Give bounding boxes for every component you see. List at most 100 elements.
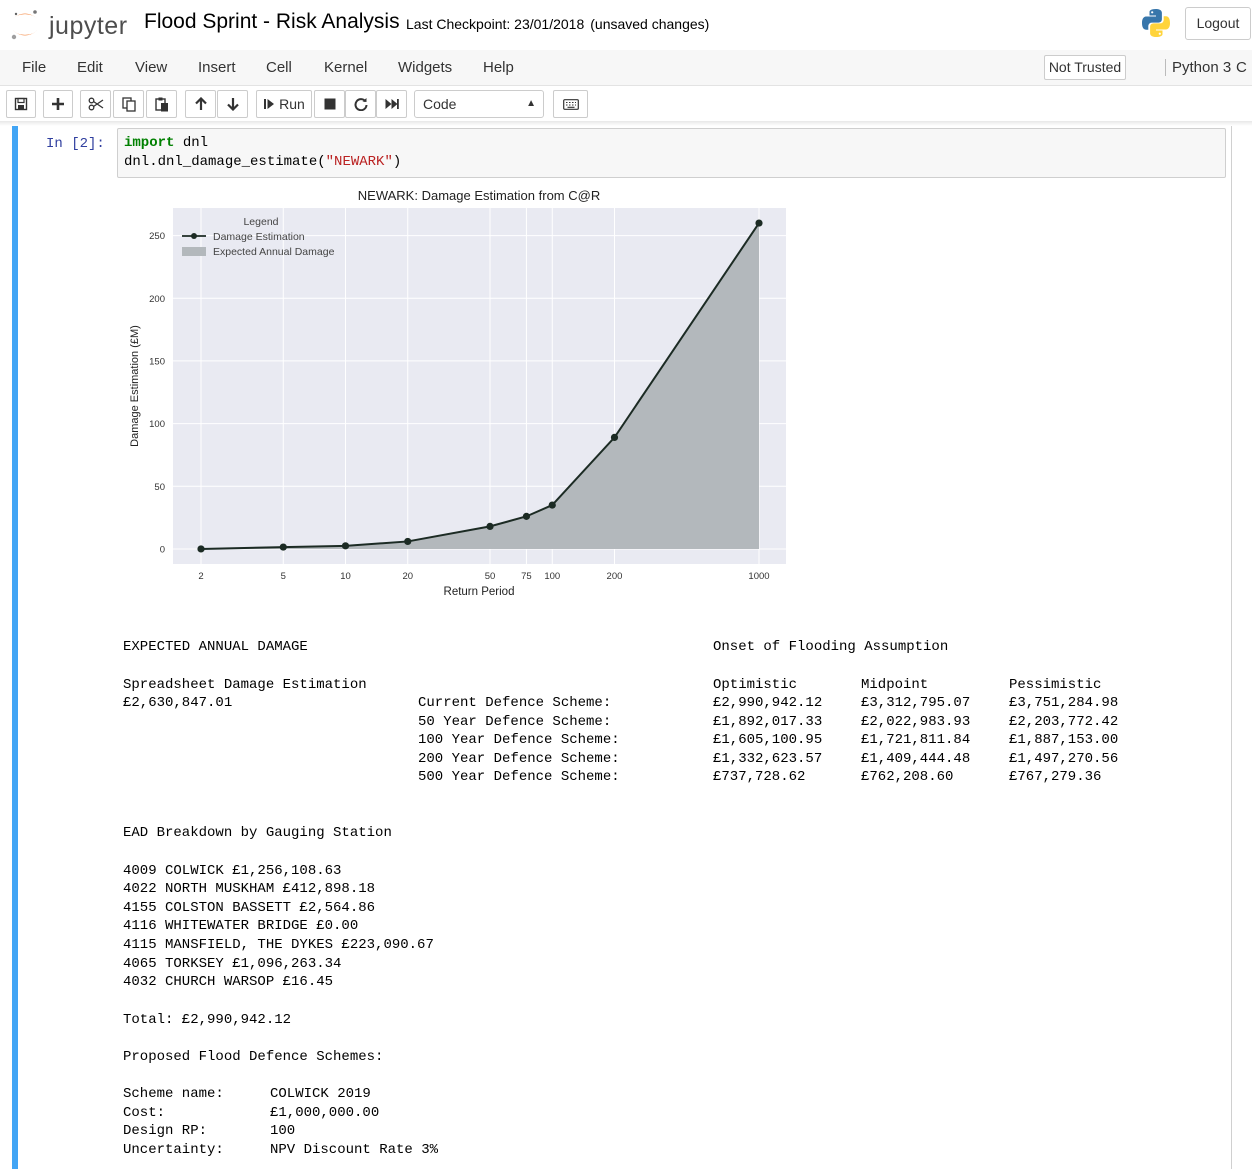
- copy-icon: [121, 96, 136, 112]
- detail-value: £1,000,000.00: [270, 1105, 380, 1121]
- detail-label: Scheme name:: [123, 1086, 224, 1102]
- notebook-container-edge: [1231, 126, 1232, 1169]
- x-tick-label: 10: [340, 571, 351, 582]
- scissors-icon: [88, 97, 103, 111]
- x-tick-label: 5: [281, 571, 286, 582]
- python-logo-icon: [1142, 9, 1170, 37]
- station-item: 4022 NORTH MUSKHAM £412,898.18: [123, 881, 376, 897]
- scheme-midpoint: £1,409,444.48: [861, 751, 971, 767]
- module-name: dnl: [174, 135, 209, 151]
- interrupt-button[interactable]: [314, 90, 345, 118]
- ead-title: EXPECTED ANNUAL DAMAGE: [123, 639, 308, 655]
- toolbar-shadow: [0, 121, 1252, 126]
- scheme-name: 500 Year Defence Scheme:: [418, 769, 620, 785]
- notebook-title[interactable]: Flood Sprint - Risk Analysis: [144, 10, 400, 34]
- scheme-pessimistic: £2,203,772.42: [1009, 714, 1119, 730]
- scheme-name: 50 Year Defence Scheme:: [418, 714, 612, 730]
- y-tick-labels: 0 50 100 150 200 250: [149, 231, 165, 555]
- move-down-button[interactable]: [217, 90, 248, 118]
- data-point: [197, 545, 205, 553]
- menu-file[interactable]: File: [22, 59, 46, 76]
- menu-help[interactable]: Help: [483, 59, 514, 76]
- station-item: 4115 MANSFIELD, THE DYKES £223,090.67: [123, 937, 434, 953]
- function-call: dnl.dnl_damage_estimate: [124, 154, 318, 170]
- detail-value: NPV Discount Rate 3%: [270, 1142, 439, 1158]
- legend-entry-expected-annual-damage: Expected Annual Damage: [213, 246, 335, 258]
- onset-title: Onset of Flooding Assumption: [713, 639, 949, 655]
- close-paren: ): [392, 154, 402, 170]
- scheme-name: Current Defence Scheme:: [418, 695, 612, 711]
- legend-fill-swatch: [182, 247, 206, 256]
- jupyter-logo[interactable]: jupyter: [8, 6, 132, 42]
- restart-icon: [354, 98, 367, 111]
- scheme-midpoint: £2,022,983.93: [861, 714, 971, 730]
- x-tick-label: 200: [607, 571, 623, 582]
- data-point: [404, 537, 412, 546]
- code-line-1: import dnl: [124, 135, 208, 151]
- copy-button[interactable]: [113, 90, 144, 118]
- scheme-optimistic: £1,605,100.95: [713, 732, 823, 748]
- run-button[interactable]: Run: [256, 90, 312, 118]
- jupyter-logo-text: jupyter: [49, 12, 128, 40]
- menu-edit[interactable]: Edit: [77, 59, 103, 76]
- scheme-name: 100 Year Defence Scheme:: [418, 732, 620, 748]
- legend-title: Legend: [243, 216, 278, 228]
- detail-value: COLWICK 2019: [270, 1086, 371, 1102]
- string-argument: "NEWARK": [325, 154, 393, 170]
- x-tick-label: 100: [544, 571, 560, 582]
- run-all-button[interactable]: [376, 90, 407, 118]
- open-paren: (: [317, 154, 326, 170]
- proposed-title: Proposed Flood Defence Schemes:: [123, 1049, 384, 1065]
- legend-entry-damage-estimation: Damage Estimation: [213, 231, 305, 243]
- logout-button[interactable]: Logout: [1185, 7, 1251, 40]
- cell-type-select[interactable]: Code ▲: [414, 90, 544, 118]
- stop-icon: [324, 98, 335, 110]
- menu-cell[interactable]: Cell: [266, 59, 292, 76]
- paste-icon: [154, 97, 168, 111]
- chart-title: NEWARK: Damage Estimation from C@R: [358, 188, 600, 203]
- save-button[interactable]: [6, 90, 36, 118]
- detail-label: Uncertainty:: [123, 1142, 224, 1158]
- kernel-name: Python 3: [1165, 59, 1231, 76]
- y-axis-label: Damage Estimation (£M): [129, 325, 141, 447]
- fast-forward-icon: [385, 99, 399, 109]
- cut-button[interactable]: [80, 90, 111, 118]
- checkpoint-status: Last Checkpoint: 23/01/2018 (unsaved chan…: [406, 16, 709, 32]
- command-palette-button[interactable]: [553, 90, 588, 118]
- move-up-button[interactable]: [185, 90, 216, 118]
- checkpoint-text: Last Checkpoint: 23/01/2018: [406, 16, 585, 32]
- menu-kernel[interactable]: Kernel: [324, 59, 367, 76]
- paste-button[interactable]: [146, 90, 177, 118]
- data-point: [755, 219, 763, 227]
- detail-label: Design RP:: [123, 1123, 208, 1139]
- total-line: Total: £2,990,942.12: [123, 1012, 292, 1028]
- selected-cell-indicator: [12, 126, 18, 1169]
- code-input-area[interactable]: import dnl dnl.dnl_damage_estimate("NEWA…: [117, 128, 1226, 178]
- scheme-pessimistic: £1,497,270.56: [1009, 751, 1119, 767]
- x-axis-label: Return Period: [444, 586, 515, 598]
- scheme-optimistic: £1,332,623.57: [713, 751, 823, 767]
- scheme-optimistic: £1,892,017.33: [713, 714, 823, 730]
- x-tick-label: 2: [198, 571, 203, 582]
- station-item: 4065 TORKSEY £1,096,263.34: [123, 956, 342, 972]
- restart-button[interactable]: [345, 90, 376, 118]
- y-tick-label: 0: [160, 544, 165, 555]
- header-midpoint: Midpoint: [861, 677, 929, 693]
- input-prompt: In [2]:: [46, 136, 105, 152]
- data-point: [522, 512, 531, 520]
- not-trusted-button[interactable]: Not Trusted: [1044, 55, 1126, 80]
- scheme-midpoint: £762,208.60: [861, 769, 954, 785]
- menu-widgets[interactable]: Widgets: [398, 59, 452, 76]
- menu-insert[interactable]: Insert: [198, 59, 236, 76]
- keyword-import: import: [124, 135, 175, 151]
- detail-value: 100: [270, 1123, 296, 1139]
- x-tick-label: 75: [521, 571, 532, 582]
- y-tick-label: 50: [154, 482, 165, 493]
- damage-estimation-chart: NEWARK: Damage Estimation from C@R 2 5 10 2…: [129, 188, 786, 598]
- scheme-optimistic: £2,990,942.12: [713, 695, 823, 711]
- y-tick-label: 250: [149, 231, 165, 242]
- menu-view[interactable]: View: [135, 59, 167, 76]
- insert-cell-button[interactable]: [43, 90, 73, 118]
- x-tick-label: 20: [402, 571, 413, 582]
- scheme-midpoint: £3,312,795.07: [861, 695, 971, 711]
